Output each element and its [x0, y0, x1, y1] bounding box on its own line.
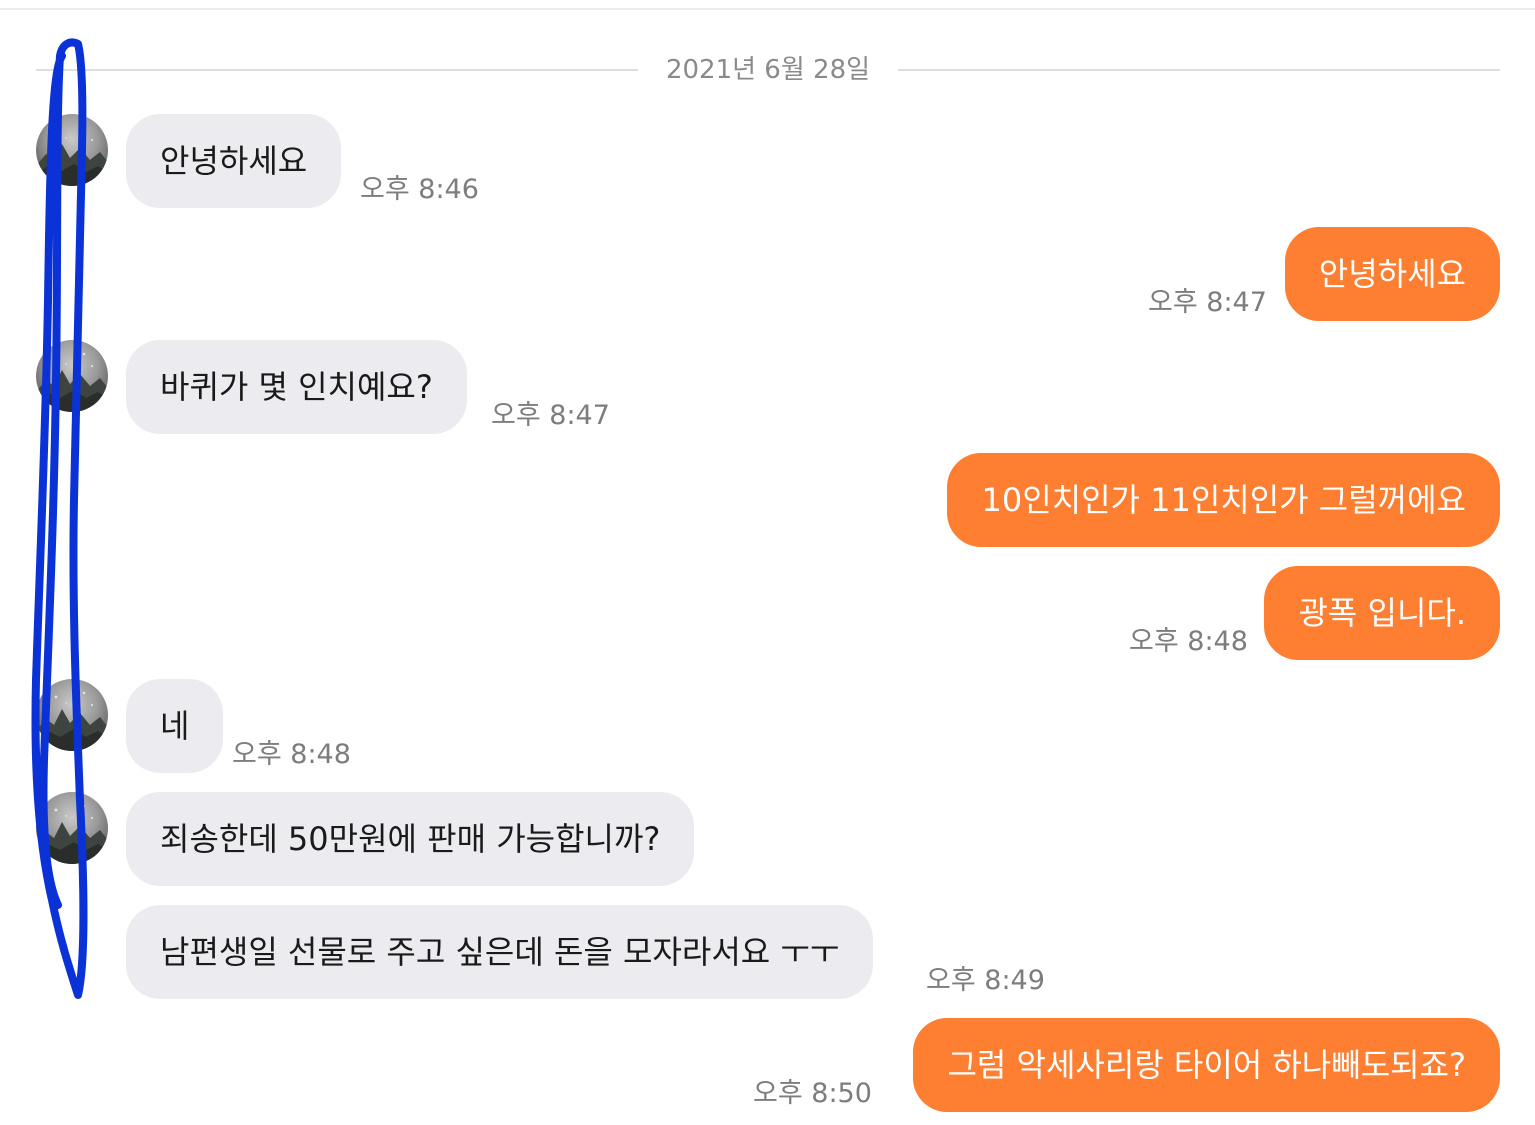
contact-avatar[interactable] [36, 114, 108, 186]
contact-avatar[interactable] [36, 679, 108, 751]
date-separator-line-left [36, 69, 638, 71]
contact-avatar[interactable] [36, 792, 108, 864]
message-bubble-outgoing[interactable]: 10인치인가 11인치인가 그럴꺼에요 [947, 453, 1500, 547]
message-bubble-outgoing[interactable]: 그럼 악세사리랑 타이어 하나빼도되죠? [913, 1018, 1500, 1112]
message-bubble-outgoing[interactable]: 안녕하세요 [1284, 227, 1500, 321]
message-timestamp: 오후 8:50 [753, 1078, 872, 1109]
date-separator: 2021년 6월 28일 [36, 50, 1500, 90]
message-timestamp: 오후 8:48 [232, 739, 351, 770]
message-timestamp: 오후 8:47 [1148, 287, 1267, 318]
date-separator-text: 2021년 6월 28일 [665, 55, 871, 85]
message-bubble-incoming[interactable]: 네 [126, 679, 224, 773]
top-divider [0, 8, 1535, 10]
message-timestamp: 오후 8:46 [360, 174, 479, 205]
message-timestamp: 오후 8:48 [1129, 626, 1248, 657]
date-separator-line-right [898, 69, 1500, 71]
message-bubble-incoming[interactable]: 죄송한데 50만원에 판매 가능합니까? [126, 792, 695, 886]
message-bubble-incoming[interactable]: 바퀴가 몇 인치예요? [126, 340, 467, 434]
message-timestamp: 오후 8:49 [926, 965, 1045, 996]
message-bubble-outgoing[interactable]: 광폭 입니다. [1264, 566, 1500, 660]
message-bubble-incoming[interactable]: 남편생일 선물로 주고 싶은데 돈을 모자라서요 ㅜㅜ [126, 905, 874, 999]
contact-avatar[interactable] [36, 340, 108, 412]
message-bubble-incoming[interactable]: 안녕하세요 [126, 114, 342, 208]
message-timestamp: 오후 8:47 [491, 400, 610, 431]
